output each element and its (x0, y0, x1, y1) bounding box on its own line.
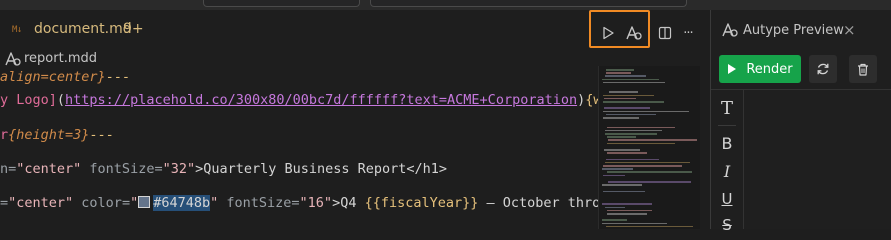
minimap-line (603, 190, 645, 193)
minimap-line (607, 171, 692, 173)
selected-color-text: #64748b (153, 195, 211, 211)
image-url-link: https://placehold.co/300x80/00bc7d/fffff… (65, 92, 578, 108)
more-actions-button[interactable]: ··· (675, 20, 701, 46)
minimap-line (606, 225, 693, 228)
minimap-line (605, 129, 662, 132)
minimap-line (607, 136, 636, 138)
underline-button[interactable]: U (711, 190, 743, 208)
minimap-line (607, 152, 647, 154)
minimap-line (605, 161, 690, 164)
color-swatch[interactable] (138, 196, 151, 208)
tab-label: document.md (34, 21, 132, 37)
minimap-line (607, 126, 675, 129)
highlight-frame (589, 10, 650, 48)
minimap-line (607, 142, 675, 145)
minimap-line (606, 69, 634, 71)
minimap-line (603, 110, 689, 113)
close-icon[interactable]: × (843, 21, 856, 39)
minimap-line (605, 75, 646, 77)
format-toolbar: T B I U S (711, 90, 744, 234)
toolbar-divider (718, 125, 736, 126)
minimap-line (607, 213, 647, 215)
command-center[interactable] (370, 0, 687, 7)
minimap[interactable] (598, 66, 701, 229)
minimap-line (608, 181, 691, 183)
minimap-line (602, 219, 627, 221)
autype-icon (722, 23, 738, 37)
markdown-file-icon: M↓ (12, 25, 22, 35)
minimap-line (604, 107, 650, 109)
minimap-line (603, 94, 654, 97)
tab-document-md[interactable]: M↓ document.md 9+ (0, 10, 160, 48)
minimap-line (604, 97, 636, 100)
minimap-line (603, 81, 665, 84)
bold-button[interactable]: B (711, 134, 743, 153)
minimap-line (602, 203, 652, 205)
play-icon (728, 64, 737, 74)
minimap-line (606, 72, 631, 74)
minimap-line (605, 206, 625, 209)
minimap-line (606, 158, 659, 161)
minimap-line (602, 168, 633, 170)
minimap-line (603, 165, 682, 167)
minimap-line (606, 113, 656, 116)
minimap-line (607, 209, 652, 212)
autype-preview-panel: Autype Preview × Render T B I U S (711, 10, 891, 234)
code-editor[interactable]: align=center}--- y Logo](https://placeho… (0, 66, 600, 229)
minimap-line (603, 174, 625, 177)
refresh-button[interactable] (809, 55, 837, 83)
minimap-line (603, 117, 639, 119)
autype-file-icon (5, 52, 21, 66)
code-line: n="center" fontSize="32">Quarterly Busin… (0, 161, 448, 177)
delete-button[interactable] (849, 55, 877, 83)
minimap-line (602, 222, 667, 225)
minimap-line (609, 91, 638, 93)
code-line: align=center}--- (0, 69, 131, 85)
vertical-scrollbar[interactable] (700, 66, 710, 229)
minimap-line (602, 184, 642, 186)
more-icon: ··· (683, 25, 693, 41)
code-line: r{height=3}--- (0, 127, 114, 143)
panel-title: Autype Preview (743, 23, 844, 38)
minimap-line (608, 139, 697, 141)
code-line: ="center" color=" #64748b" fontSize="16">… (0, 195, 600, 211)
nav-control[interactable] (203, 0, 360, 7)
minimap-line (605, 133, 657, 135)
problems-count-badge: 9+ (123, 21, 144, 37)
refresh-icon (817, 63, 829, 75)
trash-icon (858, 63, 868, 76)
minimap-line (602, 78, 659, 81)
text-style-button[interactable]: T (711, 98, 743, 119)
render-button[interactable]: Render (719, 55, 801, 83)
minimap-line (603, 101, 664, 103)
strikethrough-button[interactable]: S (711, 216, 743, 234)
breadcrumb-file[interactable]: report.mdd (24, 51, 97, 66)
split-editor-icon (658, 26, 672, 40)
code-line: y Logo](https://placehold.co/300x80/00bc… (0, 92, 600, 108)
title-bar (0, 0, 891, 10)
render-label: Render (746, 61, 793, 77)
minimap-line (604, 149, 640, 151)
italic-button[interactable]: I (711, 162, 743, 181)
